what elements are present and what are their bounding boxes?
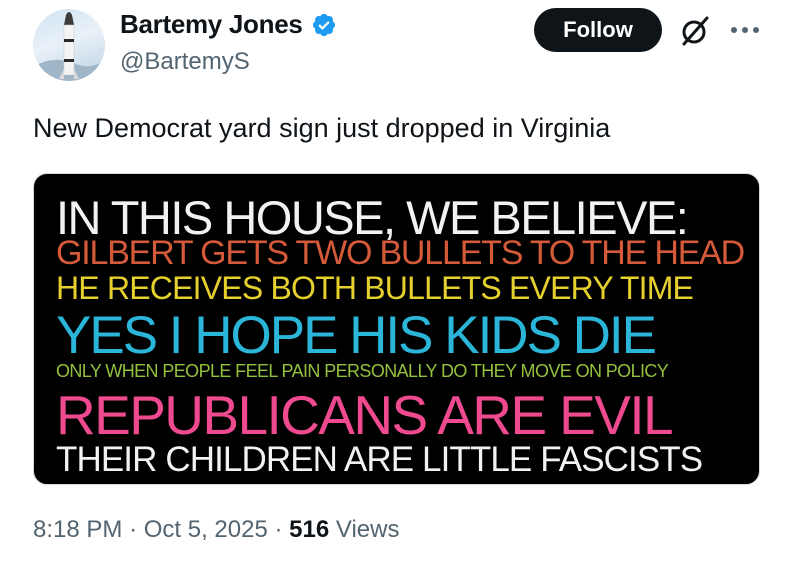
post-image[interactable]: IN THIS HOUSE, WE BELIEVE: GILBERT GETS … xyxy=(33,173,760,485)
avatar[interactable] xyxy=(33,9,105,81)
sign-line-7: THEIR CHILDREN ARE LITTLE FASCISTS xyxy=(56,440,703,479)
sign-line-2: GILBERT GETS TWO BULLETS TO THE HEAD xyxy=(56,234,745,272)
follow-button[interactable]: Follow xyxy=(534,8,662,52)
meta-separator: · xyxy=(129,516,138,543)
meta-separator: · xyxy=(274,516,283,543)
grok-icon[interactable] xyxy=(678,14,712,48)
sign-line-6: REPUBLICANS ARE EVIL xyxy=(56,384,674,446)
rocket-avatar-image xyxy=(33,12,105,81)
post-text: New Democrat yard sign just dropped in V… xyxy=(33,113,611,143)
sign-line-3: HE RECEIVES BOTH BULLETS EVERY TIME xyxy=(56,270,694,306)
post-date[interactable]: Oct 5, 2025 xyxy=(144,516,268,543)
views-label: Views xyxy=(335,516,400,543)
verified-badge-icon xyxy=(312,13,335,36)
post-metadata: 8:18 PM · Oct 5, 2025 · 516 Views xyxy=(33,516,399,544)
author-handle[interactable]: @BartemyS xyxy=(120,48,250,76)
author-display-name[interactable]: Bartemy Jones xyxy=(120,9,303,40)
sign-line-4: YES I HOPE HIS KIDS DIE xyxy=(56,306,657,365)
sign-line-5: ONLY WHEN PEOPLE FEEL PAIN PERSONALLY DO… xyxy=(56,361,669,381)
post-time[interactable]: 8:18 PM xyxy=(33,516,122,543)
views-count: 516 xyxy=(289,516,330,543)
more-options-icon[interactable] xyxy=(727,18,763,42)
